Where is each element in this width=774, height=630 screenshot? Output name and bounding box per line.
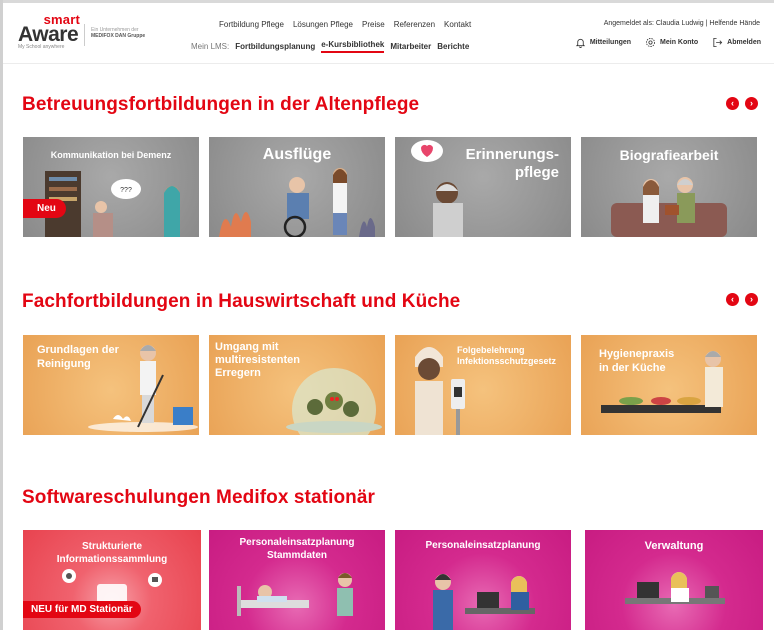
bell-icon: [575, 38, 585, 48]
account-label: Mein Konto: [660, 39, 699, 46]
new-badge: NEU für MD Stationär: [23, 601, 141, 618]
section-title-hauswirtschaft: Fachfortbildungen in Hauswirtschaft und …: [22, 291, 461, 312]
card-illustration: [611, 177, 727, 237]
top-border: [0, 0, 774, 3]
logo-aware: Aware: [18, 23, 79, 46]
account-link[interactable]: Mein Konto: [645, 37, 698, 48]
nav-kontakt[interactable]: Kontakt: [444, 20, 471, 29]
smartaware-logo[interactable]: smart Aware My School anywhere: [18, 13, 80, 51]
header-divider: [3, 63, 774, 64]
lms-mitarbeiter[interactable]: Mitarbeiter: [390, 42, 431, 51]
new-badge: Neu: [23, 199, 66, 218]
course-card-strukturierte-informationssammlung[interactable]: Strukturierte Informationssammlung NEU f…: [23, 530, 201, 630]
nav-loesungen-pflege[interactable]: Lösungen Pflege: [293, 20, 353, 29]
user-actions: Mitteilungen Mein Konto Abmelden: [575, 37, 761, 48]
card-illustration: [411, 140, 463, 237]
card-illustration: [415, 347, 465, 435]
left-border: [0, 0, 3, 630]
lms-nav: Mein LMS: Fortbildungsplanung e-Kursbibl…: [191, 40, 469, 53]
card-title: Verwaltung: [644, 540, 704, 552]
card-illustration: [286, 368, 382, 435]
logo-divider: [84, 24, 85, 46]
course-card-ausfluege[interactable]: Ausflüge: [209, 137, 385, 237]
course-card-infektionsschutzgesetz[interactable]: Folgebelehrung Infektionsschutzgesetz: [395, 335, 571, 435]
course-card-hygienepraxis-kueche[interactable]: Hygienepraxis in der Küche: [581, 335, 757, 435]
section-title-betreuung: Betreuungsfortbildungen in der Altenpfle…: [22, 94, 420, 115]
lms-label: Mein LMS:: [191, 42, 230, 51]
course-card-personaleinsatzplanung[interactable]: Personaleinsatzplanung: [395, 530, 571, 630]
card-title: Kommunikation bei Demenz: [50, 150, 172, 160]
carousel-arrows-2: ‹ ›: [726, 293, 758, 306]
logged-in-as: Angemeldet als: Claudia Ludwig | Helfend…: [603, 20, 760, 27]
card-title: Personaleinsatzplanung Stammdaten: [239, 537, 355, 561]
thought-bubble-text: ???: [120, 187, 132, 194]
course-card-verwaltung[interactable]: Verwaltung: [585, 530, 763, 630]
notifications-link[interactable]: Mitteilungen: [575, 37, 631, 48]
card-illustration: [625, 572, 725, 604]
nav-referenzen[interactable]: Referenzen: [394, 20, 435, 29]
card-title: Personaleinsatzplanung: [425, 540, 541, 551]
carousel-next-button[interactable]: ›: [745, 293, 758, 306]
card-illustration: [62, 569, 162, 614]
card-illustration: [601, 351, 723, 413]
lms-berichte[interactable]: Berichte: [437, 42, 469, 51]
carousel-prev-button[interactable]: ‹: [726, 293, 739, 306]
gear-icon: [646, 38, 655, 47]
lms-e-kursbibliothek[interactable]: e-Kursbibliothek: [321, 40, 385, 53]
carousel-prev-button[interactable]: ‹: [726, 97, 739, 110]
course-card-kommunikation-demenz[interactable]: Kommunikation bei Demenz ??? Neu: [23, 137, 199, 237]
card-illustration: [237, 573, 353, 616]
carousel-arrows-1: ‹ ›: [726, 97, 758, 110]
logout-link[interactable]: Abmelden: [712, 37, 761, 48]
card-title: Biografiearbeit: [619, 147, 719, 163]
card-illustration: [433, 574, 535, 630]
card-title: Ausflüge: [262, 146, 332, 163]
group-label: Ein Unternehmen der MEDIFOX DAN Gruppe: [91, 27, 145, 39]
section-title-softwareschulungen: Softwareschulungen Medifox stationär: [22, 487, 376, 508]
course-card-biografiearbeit[interactable]: Biografiearbeit: [581, 137, 757, 237]
lms-fortbildungsplanung[interactable]: Fortbildungsplanung: [235, 42, 315, 51]
card-illustration: [88, 345, 198, 432]
main-nav: Fortbildung Pflege Lösungen Pflege Preis…: [219, 20, 471, 29]
card-title: Strukturierte Informationssammlung: [56, 541, 168, 565]
course-card-personaleinsatzplanung-stammdaten[interactable]: Personaleinsatzplanung Stammdaten: [209, 530, 385, 630]
course-card-multiresistente-erreger[interactable]: Umgang mit multiresistenten Erregern: [209, 335, 385, 435]
course-card-erinnerungspflege[interactable]: Erinnerungs- pflege: [395, 137, 571, 237]
logout-icon: [713, 37, 723, 48]
carousel-next-button[interactable]: ›: [745, 97, 758, 110]
nav-preise[interactable]: Preise: [362, 20, 385, 29]
course-card-grundlagen-reinigung[interactable]: Grundlagen der Reinigung: [23, 335, 199, 435]
card-illustration: [219, 168, 375, 237]
nav-fortbildung-pflege[interactable]: Fortbildung Pflege: [219, 20, 284, 29]
group-line2: MEDIFOX DAN Gruppe: [91, 33, 146, 39]
notifications-label: Mitteilungen: [589, 39, 632, 46]
logout-label: Abmelden: [727, 39, 761, 46]
